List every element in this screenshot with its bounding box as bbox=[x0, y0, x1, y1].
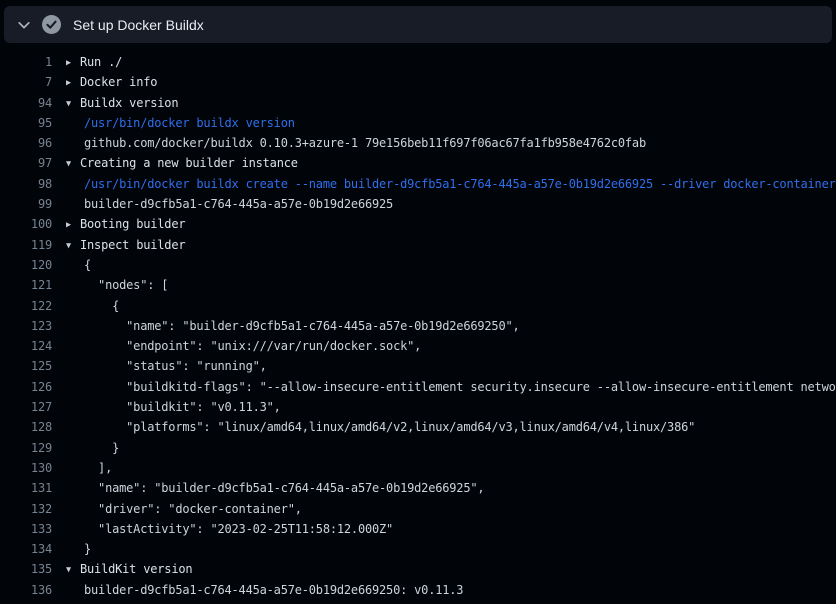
log-line-row: 99 builder-d9cfb5a1-c764-445a-a57e-0b19d2… bbox=[0, 194, 836, 214]
line-number[interactable]: 132 bbox=[0, 499, 52, 519]
line-number[interactable]: 125 bbox=[0, 356, 52, 376]
output-text: builder-d9cfb5a1-c764-445a-a57e-0b19d2e6… bbox=[84, 194, 393, 214]
actions-log-page: { "header": { "title": "Set up Docker Bu… bbox=[0, 6, 836, 604]
group-label: Inspect builder bbox=[80, 238, 185, 252]
collapse-group-icon[interactable]: ▼ bbox=[66, 154, 80, 174]
expand-group-icon[interactable]: ▶ bbox=[66, 215, 80, 235]
output-text: "driver": "docker-container", bbox=[84, 499, 302, 519]
group-label: BuildKit version bbox=[80, 562, 192, 576]
line-number[interactable]: 128 bbox=[0, 417, 52, 437]
line-number[interactable]: 98 bbox=[0, 174, 52, 194]
line-number[interactable]: 129 bbox=[0, 438, 52, 458]
collapse-group-icon[interactable]: ▼ bbox=[66, 236, 80, 256]
output-text: "lastActivity": "2023-02-25T11:58:12.000… bbox=[84, 519, 393, 539]
log-line-row: 126 "buildkitd-flags": "--allow-insecure… bbox=[0, 377, 836, 397]
group-label: Booting builder bbox=[80, 217, 185, 231]
line-number[interactable]: 136 bbox=[0, 580, 52, 600]
output-text: "nodes": [ bbox=[84, 275, 168, 295]
log-line-row: 121 "nodes": [ bbox=[0, 275, 836, 295]
line-number[interactable]: 127 bbox=[0, 397, 52, 417]
output-text: "buildkit": "v0.11.3", bbox=[84, 397, 281, 417]
line-number[interactable]: 121 bbox=[0, 275, 52, 295]
command-text: /usr/bin/docker buildx version bbox=[84, 113, 295, 133]
line-number[interactable]: 99 bbox=[0, 194, 52, 214]
log-line-row: 129 } bbox=[0, 438, 836, 458]
log-line-row: 95/usr/bin/docker buildx version bbox=[0, 113, 836, 133]
line-number[interactable]: 96 bbox=[0, 133, 52, 153]
line-number[interactable]: 119 bbox=[0, 235, 52, 255]
log-line-row: 133 "lastActivity": "2023-02-25T11:58:12… bbox=[0, 519, 836, 539]
line-number[interactable]: 94 bbox=[0, 93, 52, 113]
group-label: Buildx version bbox=[80, 96, 178, 110]
log-line-row: 96 github.com/docker/buildx 0.10.3+azure-… bbox=[0, 133, 836, 153]
log-group-row[interactable]: 135 ▼BuildKit version bbox=[0, 559, 836, 579]
log-group-row[interactable]: 97 ▼Creating a new builder instance bbox=[0, 153, 836, 173]
log-line-row: 125 "status": "running", bbox=[0, 356, 836, 376]
log-line-row: 124 "endpoint": "unix:///var/run/docker.… bbox=[0, 336, 836, 356]
output-text: { bbox=[84, 296, 119, 316]
line-number[interactable]: 126 bbox=[0, 377, 52, 397]
log-line-row: 128 "platforms": "linux/amd64,linux/amd6… bbox=[0, 417, 836, 437]
chevron-down-icon[interactable] bbox=[16, 17, 32, 33]
collapse-group-icon[interactable]: ▼ bbox=[66, 560, 80, 580]
line-number[interactable]: 131 bbox=[0, 478, 52, 498]
line-number[interactable]: 134 bbox=[0, 539, 52, 559]
log-line-row: 120 { bbox=[0, 255, 836, 275]
line-number[interactable]: 124 bbox=[0, 336, 52, 356]
log-group-row[interactable]: 94 ▼Buildx version bbox=[0, 93, 836, 113]
line-number[interactable]: 123 bbox=[0, 316, 52, 336]
expand-group-icon[interactable]: ▶ bbox=[66, 53, 80, 73]
line-number[interactable]: 7 bbox=[0, 72, 52, 92]
output-text: } bbox=[84, 438, 119, 458]
log-group-row[interactable]: 119 ▼Inspect builder bbox=[0, 235, 836, 255]
group-label: Creating a new builder instance bbox=[80, 156, 298, 170]
line-number[interactable]: 100 bbox=[0, 214, 52, 234]
log-line-row: 123 "name": "builder-d9cfb5a1-c764-445a-… bbox=[0, 316, 836, 336]
command-text: /usr/bin/docker buildx create --name bui… bbox=[84, 174, 836, 194]
log-line-row: 98/usr/bin/docker buildx create --name b… bbox=[0, 174, 836, 194]
line-number[interactable]: 133 bbox=[0, 519, 52, 539]
log-line-row: 134} bbox=[0, 539, 836, 559]
log-line-row: 130 ], bbox=[0, 458, 836, 478]
group-label: Docker info bbox=[80, 75, 157, 89]
expand-group-icon[interactable]: ▶ bbox=[66, 73, 80, 93]
line-number[interactable]: 95 bbox=[0, 113, 52, 133]
step-header[interactable]: Set up Docker Buildx bbox=[4, 6, 832, 43]
line-number[interactable]: 122 bbox=[0, 296, 52, 316]
output-text: builder-d9cfb5a1-c764-445a-a57e-0b19d2e6… bbox=[84, 580, 463, 600]
log-line-row: 136 builder-d9cfb5a1-c764-445a-a57e-0b19d… bbox=[0, 580, 836, 600]
step-title: Set up Docker Buildx bbox=[73, 17, 204, 33]
output-text: "endpoint": "unix:///var/run/docker.sock… bbox=[84, 336, 421, 356]
line-number[interactable]: 130 bbox=[0, 458, 52, 478]
log-line-row: 122 { bbox=[0, 296, 836, 316]
output-text: "platforms": "linux/amd64,linux/amd64/v2… bbox=[84, 417, 695, 437]
output-text: github.com/docker/buildx 0.10.3+azure-1 … bbox=[84, 133, 646, 153]
log-group-row[interactable]: 1 ▶Run ./ bbox=[0, 52, 836, 72]
output-text: "name": "builder-d9cfb5a1-c764-445a-a57e… bbox=[84, 316, 520, 336]
group-label: Run ./ bbox=[80, 55, 122, 69]
check-circle-icon bbox=[42, 15, 61, 34]
line-number[interactable]: 97 bbox=[0, 153, 52, 173]
collapse-group-icon[interactable]: ▼ bbox=[66, 94, 80, 114]
line-number[interactable]: 1 bbox=[0, 52, 52, 72]
output-text: "name": "builder-d9cfb5a1-c764-445a-a57e… bbox=[84, 478, 484, 498]
output-text: "buildkitd-flags": "--allow-insecure-ent… bbox=[84, 377, 836, 397]
log-line-row: 131 "name": "builder-d9cfb5a1-c764-445a-… bbox=[0, 478, 836, 498]
output-text: { bbox=[84, 255, 91, 275]
log-line-row: 127 "buildkit": "v0.11.3", bbox=[0, 397, 836, 417]
output-text: "status": "running", bbox=[84, 356, 267, 376]
line-number[interactable]: 135 bbox=[0, 559, 52, 579]
output-text: ], bbox=[84, 458, 112, 478]
log-group-row[interactable]: 100 ▶Booting builder bbox=[0, 214, 836, 234]
log-container: 1▶Run ./7▶Docker info94▼Buildx version95… bbox=[0, 52, 836, 600]
output-text: } bbox=[84, 539, 91, 559]
log-group-row[interactable]: 7 ▶Docker info bbox=[0, 72, 836, 92]
line-number[interactable]: 120 bbox=[0, 255, 52, 275]
log-line-row: 132 "driver": "docker-container", bbox=[0, 499, 836, 519]
